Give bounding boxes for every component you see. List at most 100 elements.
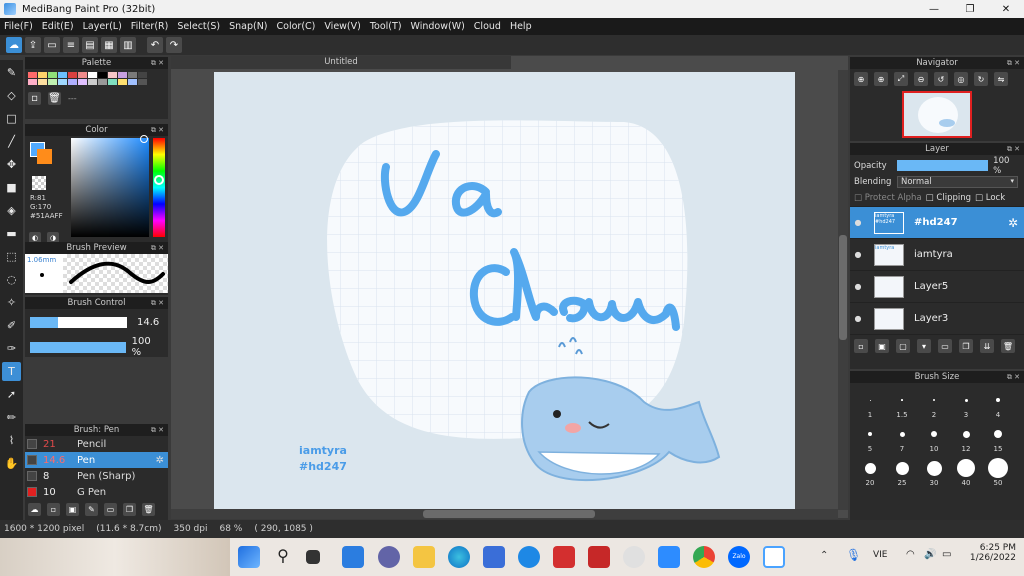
transparent-swatch[interactable]	[32, 176, 46, 190]
store-icon[interactable]	[483, 546, 505, 568]
brush-edit-icon[interactable]: ✎	[85, 503, 98, 516]
horizontal-scrollbar[interactable]	[171, 509, 838, 519]
brush-settings-icon[interactable]: ✲	[156, 455, 164, 466]
rect-tool-icon[interactable]: □	[2, 109, 21, 128]
delete-layer-icon[interactable]: 🗑	[1001, 339, 1015, 353]
menu-snap[interactable]: Snap(N)	[229, 21, 267, 32]
divide-tool-icon[interactable]: ✏	[2, 408, 21, 427]
note-icon[interactable]: ≡	[63, 37, 79, 53]
brush-size-option[interactable]: 2	[918, 389, 950, 419]
brush-size-option[interactable]: 5	[854, 423, 886, 453]
color-hue-slider[interactable]	[153, 138, 165, 237]
undo-icon[interactable]: ↶	[147, 37, 163, 53]
brush-size-option[interactable]: 7	[886, 423, 918, 453]
language-indicator[interactable]: VIE	[873, 550, 888, 560]
layer-settings-icon[interactable]: ✲	[1008, 216, 1018, 230]
clock[interactable]: 6:25 PM 1/26/2022	[962, 543, 1016, 563]
select-eraser-icon[interactable]: ✑	[2, 339, 21, 358]
task-view-icon[interactable]	[306, 550, 320, 564]
layer-opacity-slider[interactable]	[896, 160, 989, 171]
menu-color[interactable]: Color(C)	[277, 21, 316, 32]
brush-import-icon[interactable]: ▣	[66, 503, 79, 516]
visibility-icon[interactable]: ●	[850, 218, 866, 227]
brush-size-option[interactable]: 12	[950, 423, 982, 453]
brush-size-option[interactable]: 1.5	[886, 389, 918, 419]
start-icon[interactable]	[238, 546, 260, 568]
gradient-tool-icon[interactable]: ▬	[2, 224, 21, 243]
brush-size-slider[interactable]	[30, 317, 127, 328]
protect-alpha-checkbox[interactable]: □ Protect Alpha	[854, 193, 922, 203]
app-icon-bw[interactable]	[623, 546, 645, 568]
brush-opacity-slider[interactable]	[30, 341, 126, 353]
blending-select[interactable]: Normal ▾	[897, 176, 1018, 188]
eyedropper-icon[interactable]: ⌇	[2, 431, 21, 450]
rotate-left-icon[interactable]: ↺	[934, 72, 948, 86]
zoom-plus-icon[interactable]: ⊕	[874, 72, 888, 86]
file-explorer-icon[interactable]	[413, 546, 435, 568]
vertical-scrollbar[interactable]	[838, 70, 848, 510]
menu-window[interactable]: Window(W)	[411, 21, 465, 32]
hand-tool-icon[interactable]: ✋	[2, 454, 21, 473]
edge-icon[interactable]	[448, 546, 470, 568]
zoom-app-icon[interactable]	[658, 546, 680, 568]
fill-rect-tool-icon[interactable]: ■	[2, 178, 21, 197]
magic-wand-icon[interactable]: ✧	[2, 293, 21, 312]
share-icon[interactable]: ⇪	[25, 37, 41, 53]
new-halftone-layer-icon[interactable]: ▣	[875, 339, 889, 353]
comment-icon[interactable]: ▭	[44, 37, 60, 53]
menu-view[interactable]: View(V)	[324, 21, 360, 32]
brush-copy-icon[interactable]: ❐	[123, 503, 136, 516]
menu-cloud[interactable]: Cloud	[474, 21, 501, 32]
clipping-checkbox[interactable]: □ Clipping	[926, 193, 971, 203]
page-icon[interactable]: ▤	[82, 37, 98, 53]
brush-size-option[interactable]: 30	[918, 457, 950, 487]
pages-icon[interactable]: ▦	[101, 37, 117, 53]
brush-cloud-icon[interactable]: ☁	[28, 503, 41, 516]
new-1bit-layer-icon[interactable]: ▢	[896, 339, 910, 353]
reset-view-icon[interactable]: ◎	[954, 72, 968, 86]
app-icon-shield[interactable]	[588, 546, 610, 568]
artboard[interactable]: iamtyra #hd247	[214, 72, 795, 509]
palette-swatches[interactable]	[25, 69, 168, 88]
menu-file[interactable]: File(F)	[4, 21, 33, 32]
bucket-tool-icon[interactable]: ◈	[2, 201, 21, 220]
select-tool-icon[interactable]: ⬚	[2, 247, 21, 266]
chat-icon[interactable]	[378, 546, 400, 568]
chevron-up-icon[interactable]: ⌃	[820, 550, 828, 561]
brush-folder-icon[interactable]: ▭	[104, 503, 117, 516]
app-icon-blue[interactable]	[518, 546, 540, 568]
visibility-icon[interactable]: ●	[850, 314, 866, 323]
select-pen-icon[interactable]: ✐	[2, 316, 21, 335]
brush-tool-icon[interactable]: ✎	[2, 63, 21, 82]
brush-delete-icon[interactable]: 🗑	[142, 503, 155, 516]
visibility-icon[interactable]: ●	[850, 250, 866, 259]
brush-size-option[interactable]: 4	[982, 389, 1014, 419]
brush-item-pen-sharp[interactable]: 8 Pen (Sharp)	[25, 468, 168, 484]
menu-filter[interactable]: Filter(R)	[131, 21, 169, 32]
brush-item-pen[interactable]: 14.6 Pen ✲	[25, 452, 168, 468]
operation-tool-icon[interactable]: ➚	[2, 385, 21, 404]
flip-icon[interactable]: ⇋	[994, 72, 1008, 86]
grid-icon[interactable]: ▥	[120, 37, 136, 53]
battery-icon[interactable]: ▭	[942, 549, 951, 560]
brush-size-option[interactable]: 40	[950, 457, 982, 487]
cloud-icon[interactable]: ☁	[6, 37, 22, 53]
wifi-icon[interactable]: ◠	[906, 549, 915, 560]
brush-size-option[interactable]: 1	[854, 389, 886, 419]
visibility-icon[interactable]: ●	[850, 282, 866, 291]
search-icon[interactable]: ⚲	[272, 546, 294, 568]
navigator-thumbnail[interactable]	[902, 91, 972, 138]
brush-size-option[interactable]: 15	[982, 423, 1014, 453]
microphone-icon[interactable]: 🎙	[846, 548, 861, 562]
zoom-out-icon[interactable]: ⊖	[914, 72, 928, 86]
delete-palette-icon[interactable]: 🗑	[48, 92, 61, 105]
volume-icon[interactable]: 🔊	[924, 549, 936, 560]
text-tool-icon[interactable]: T	[2, 362, 21, 381]
menu-select[interactable]: Select(S)	[177, 21, 220, 32]
brush-size-option[interactable]: 10	[918, 423, 950, 453]
chrome-icon[interactable]	[693, 546, 715, 568]
redo-icon[interactable]: ↷	[166, 37, 182, 53]
merge-layer-icon[interactable]: ⇊	[980, 339, 994, 353]
layer-row-layer5[interactable]: ● Layer5	[850, 270, 1024, 302]
line-tool-icon[interactable]: ╱	[2, 132, 21, 151]
